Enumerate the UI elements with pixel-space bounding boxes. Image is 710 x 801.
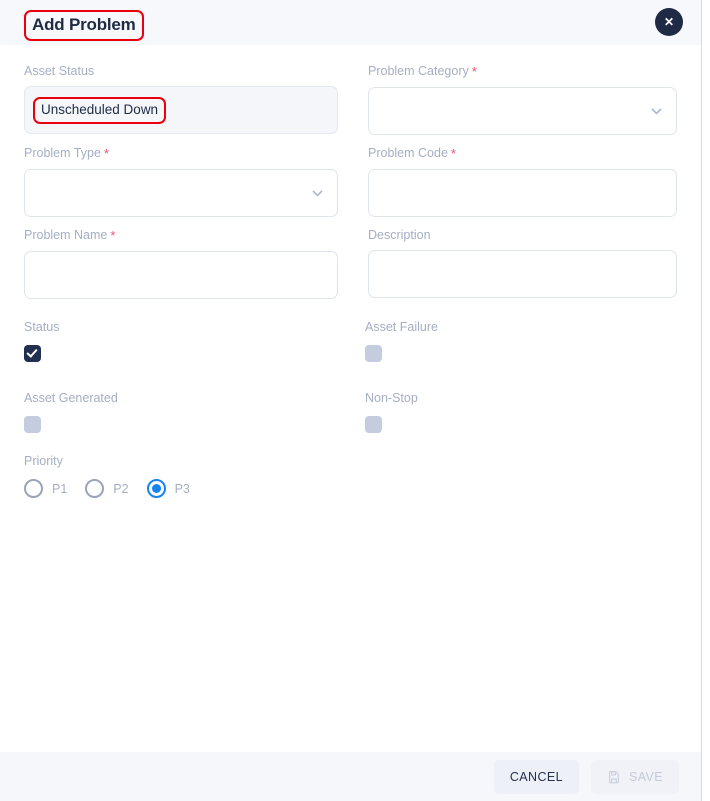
chevron-down-icon [650,105,663,118]
field-asset-status: Asset Status Unscheduled Down [24,63,338,135]
required-asterisk: * [110,228,116,243]
label-text: Description [368,228,431,242]
save-document-icon [607,770,621,784]
priority-radio-p1-label: P1 [52,481,68,496]
label-description: Description [368,227,677,243]
add-problem-modal: Add Problem ✕ Asset Status Unscheduled D… [0,0,702,801]
status-checkbox[interactable] [24,345,41,362]
priority-radio-p3[interactable]: P3 [146,479,190,498]
field-description: Description [368,227,677,299]
label-problem-name: Problem Name * [24,227,338,244]
field-status: Status [24,319,365,362]
priority-radio-p2[interactable]: P2 [85,479,129,498]
label-problem-category: Problem Category * [368,63,677,80]
priority-radio-p3-label: P3 [174,481,190,496]
priority-radio-group: P1 P2 P3 [24,479,677,498]
asset-status-input[interactable]: Unscheduled Down [24,86,338,134]
problem-name-input[interactable] [24,251,338,299]
problem-type-select[interactable] [24,169,338,217]
label-non-stop: Non-Stop [365,391,418,405]
close-icon[interactable]: ✕ [655,8,683,36]
priority-radio-p1[interactable]: P1 [24,479,67,498]
page-title: Add Problem [24,10,144,41]
modal-footer: CANCEL SAVE [0,752,701,801]
required-asterisk: * [103,146,109,161]
field-non-stop: Non-Stop [365,390,677,433]
non-stop-checkbox[interactable] [365,416,382,433]
label-text: Problem Category [368,64,469,78]
modal-body: Asset Status Unscheduled Down Problem Ca… [0,45,701,752]
field-problem-code: Problem Code * [368,145,677,217]
required-asterisk: * [450,146,456,161]
modal-header: Add Problem ✕ [0,0,701,45]
field-asset-generated: Asset Generated [24,390,365,433]
label-text: Problem Code [368,146,448,160]
save-button-label: SAVE [628,769,663,784]
label-text: Asset Status [24,64,95,78]
asset-failure-checkbox[interactable] [365,345,382,362]
label-text: Problem Type [24,146,101,160]
label-asset-failure: Asset Failure [365,320,438,334]
radio-circle-selected-icon [146,479,166,498]
field-problem-type: Problem Type * [24,145,338,217]
field-problem-category: Problem Category * [368,63,677,135]
radio-circle-icon [85,479,105,498]
field-priority: Priority P1 P2 P3 [24,453,677,498]
label-problem-type: Problem Type * [24,145,338,162]
cancel-button[interactable]: CANCEL [493,759,579,794]
required-asterisk: * [471,64,477,79]
asset-status-value: Unscheduled Down [33,96,167,124]
field-asset-failure: Asset Failure [365,319,677,362]
toggles-grid: Status Asset Failure Asset Generated Non… [24,319,677,461]
asset-generated-checkbox[interactable] [24,416,41,433]
radio-circle-icon [24,479,43,498]
problem-category-select[interactable] [368,87,677,135]
label-asset-status: Asset Status [24,63,338,79]
label-priority: Priority [24,454,63,468]
label-text: Problem Name [24,228,108,242]
save-button[interactable]: SAVE [590,759,679,794]
label-problem-code: Problem Code * [368,145,677,162]
field-problem-name: Problem Name * [24,227,338,299]
problem-code-input[interactable] [368,169,677,217]
chevron-down-icon [311,187,324,200]
label-asset-generated: Asset Generated [24,391,118,405]
scroll-gutter[interactable] [702,0,710,801]
priority-radio-p2-label: P2 [113,481,129,496]
label-status: Status [24,320,60,334]
form-fields-grid: Asset Status Unscheduled Down Problem Ca… [24,63,677,309]
description-input[interactable] [368,250,677,298]
